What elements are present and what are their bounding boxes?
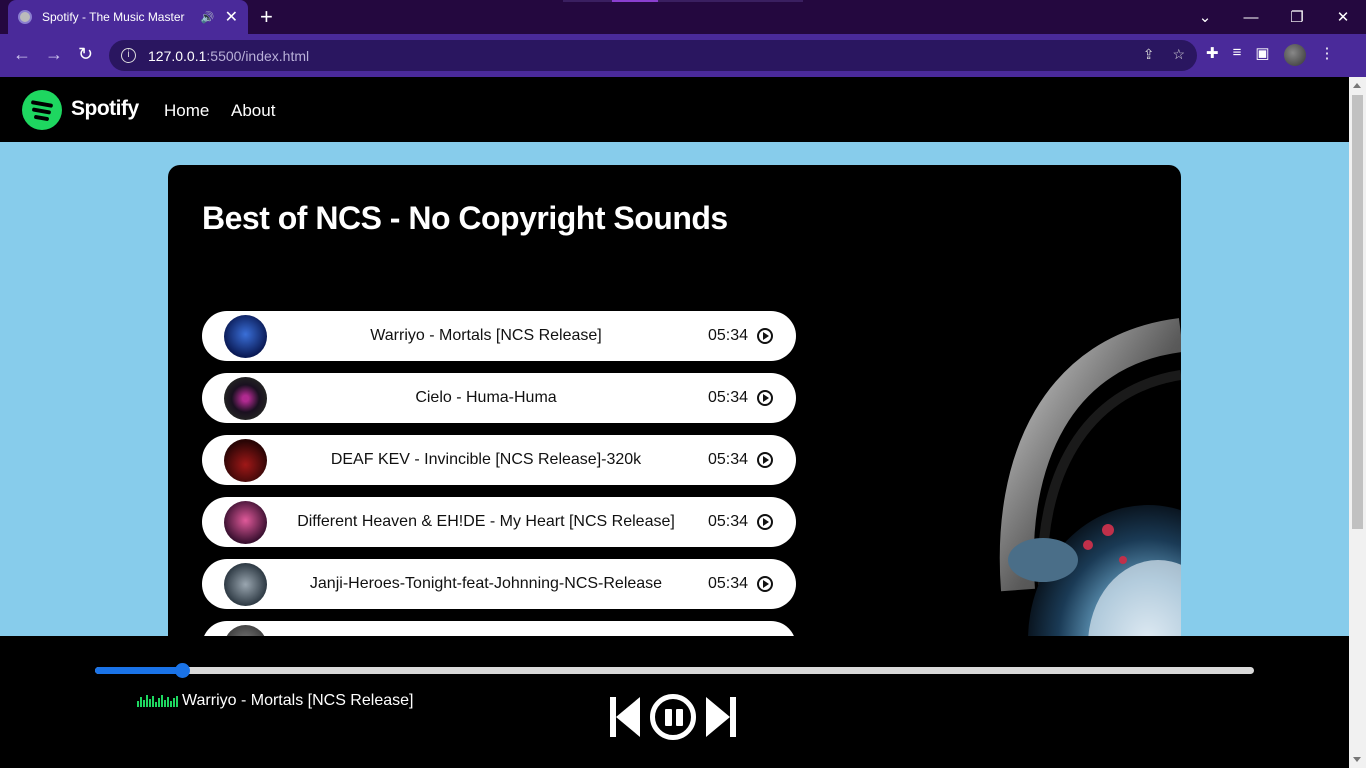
close-tab-icon[interactable]: ✕ (225, 7, 238, 27)
play-circle-icon[interactable] (757, 452, 773, 468)
song-cover (224, 377, 267, 420)
close-window-icon[interactable]: ✕ (1320, 0, 1366, 34)
song-duration: 05:34 (708, 327, 749, 344)
scroll-thumb[interactable] (1352, 95, 1363, 529)
brand-name[interactable]: Spotify (71, 97, 139, 121)
play-circle-icon[interactable] (757, 328, 773, 344)
song-name: Cielo - Huma-Huma (415, 389, 557, 406)
progress-handle[interactable] (174, 663, 190, 678)
forward-icon[interactable]: → (45, 44, 63, 65)
song-name: Warriyo - Mortals [NCS Release] (370, 327, 602, 344)
address-bar[interactable]: i 127.0.0.1:5500/index.html ⇪ ☆ (109, 40, 1197, 71)
equalizer-icon (137, 695, 178, 707)
scroll-down-icon[interactable] (1353, 757, 1361, 762)
minimize-icon[interactable]: — (1228, 0, 1274, 34)
song-item[interactable]: Different Heaven & EH!DE - My Heart [NCS… (202, 497, 796, 547)
progress-fill (95, 667, 182, 674)
song-item[interactable]: Warriyo - Mortals [NCS Release] 05:34 (202, 311, 796, 361)
progress-bar[interactable] (95, 663, 1254, 678)
music-player: Warriyo - Mortals [NCS Release] (0, 636, 1349, 768)
media-control-icon[interactable]: ≡ (1233, 44, 1242, 66)
url-host: 127.0.0.1 (148, 47, 207, 64)
new-tab-icon[interactable]: + (260, 4, 273, 30)
song-cover (224, 439, 267, 482)
song-duration: 05:34 (708, 389, 749, 406)
tab-search-icon[interactable]: ⌄ (1182, 0, 1228, 34)
browser-toolbar: ← → ↻ i 127.0.0.1:5500/index.html ⇪ ☆ ✚ … (0, 34, 1366, 77)
play-circle-icon[interactable] (757, 576, 773, 592)
song-name: Different Heaven & EH!DE - My Heart [NCS… (297, 513, 675, 530)
now-playing: Warriyo - Mortals [NCS Release] (137, 692, 413, 710)
play-circle-icon[interactable] (757, 514, 773, 530)
now-playing-title: Warriyo - Mortals [NCS Release] (182, 692, 414, 709)
bookmark-star-icon[interactable]: ☆ (1172, 46, 1185, 63)
url-path: :5500/index.html (206, 47, 310, 64)
profile-avatar[interactable] (1283, 44, 1306, 66)
song-name: DEAF KEV - Invincible [NCS Release]-320k (330, 451, 642, 468)
site-navbar: Spotify Home About (0, 77, 1349, 142)
song-cover (224, 563, 267, 606)
media-strip (563, 0, 803, 2)
player-controls (608, 694, 738, 740)
song-duration: 05:34 (708, 513, 749, 530)
restore-icon[interactable]: ❐ (1274, 0, 1320, 34)
previous-icon[interactable] (608, 695, 640, 739)
tab-title: Spotify - The Music Master (42, 10, 185, 24)
back-icon[interactable]: ← (13, 44, 31, 65)
browser-tab-bar: Spotify - The Music Master 🔊 ✕ + ⌄ — ❐ ✕ (0, 0, 1366, 34)
spotify-logo-icon[interactable] (22, 90, 62, 130)
globe-icon (18, 10, 32, 24)
scroll-up-icon[interactable] (1353, 83, 1361, 88)
page-scrollbar[interactable] (1349, 77, 1366, 768)
pause-circle-icon[interactable] (650, 694, 696, 740)
playlist-title: Best of NCS - No Copyright Sounds (202, 200, 728, 236)
speaker-icon[interactable]: 🔊 (201, 11, 215, 24)
song-item[interactable]: DEAF KEV - Invincible [NCS Release]-320k… (202, 435, 796, 485)
play-circle-icon[interactable] (757, 390, 773, 406)
nav-home[interactable]: Home (164, 101, 209, 121)
song-item[interactable]: Cielo - Huma-Huma 05:34 (202, 373, 796, 423)
browser-tab[interactable]: Spotify - The Music Master 🔊 ✕ (8, 0, 248, 34)
song-name: Janji-Heroes-Tonight-feat-Johnning-NCS-R… (309, 575, 663, 592)
media-strip-highlight (612, 0, 658, 2)
side-panel-icon[interactable]: ▣ (1255, 44, 1269, 66)
song-item[interactable]: Janji-Heroes-Tonight-feat-Johnning-NCS-R… (202, 559, 796, 609)
nav-about[interactable]: About (231, 101, 275, 121)
menu-icon[interactable]: ⋮ (1320, 44, 1335, 66)
share-icon[interactable]: ⇪ (1143, 46, 1155, 63)
song-duration: 05:34 (708, 451, 749, 468)
reload-icon[interactable]: ↻ (78, 44, 93, 65)
info-icon[interactable]: i (121, 48, 136, 63)
next-icon[interactable] (706, 695, 738, 739)
song-cover (224, 501, 267, 544)
song-cover (224, 315, 267, 358)
song-duration: 05:34 (708, 575, 749, 592)
extensions-icon[interactable]: ✚ (1206, 44, 1219, 66)
